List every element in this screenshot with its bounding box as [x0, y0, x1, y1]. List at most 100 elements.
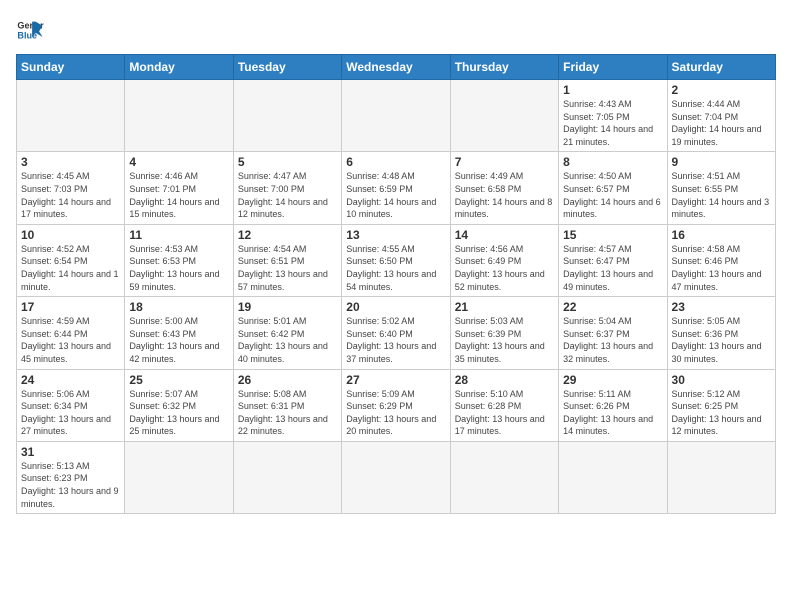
calendar-day-cell: 15Sunrise: 4:57 AM Sunset: 6:47 PM Dayli…: [559, 224, 667, 296]
calendar-day-cell: [17, 80, 125, 152]
col-header-wednesday: Wednesday: [342, 55, 450, 80]
calendar-day-cell: 1Sunrise: 4:43 AM Sunset: 7:05 PM Daylig…: [559, 80, 667, 152]
day-sun-info: Sunrise: 4:59 AM Sunset: 6:44 PM Dayligh…: [21, 315, 120, 365]
day-sun-info: Sunrise: 4:44 AM Sunset: 7:04 PM Dayligh…: [672, 98, 771, 148]
day-sun-info: Sunrise: 5:09 AM Sunset: 6:29 PM Dayligh…: [346, 388, 445, 438]
day-sun-info: Sunrise: 4:47 AM Sunset: 7:00 PM Dayligh…: [238, 170, 337, 220]
calendar-day-cell: 30Sunrise: 5:12 AM Sunset: 6:25 PM Dayli…: [667, 369, 775, 441]
day-sun-info: Sunrise: 4:43 AM Sunset: 7:05 PM Dayligh…: [563, 98, 662, 148]
calendar-week-row: 31Sunrise: 5:13 AM Sunset: 6:23 PM Dayli…: [17, 441, 776, 513]
day-number: 12: [238, 228, 337, 242]
logo: General Blue: [16, 16, 44, 44]
day-number: 5: [238, 155, 337, 169]
col-header-thursday: Thursday: [450, 55, 558, 80]
day-sun-info: Sunrise: 4:50 AM Sunset: 6:57 PM Dayligh…: [563, 170, 662, 220]
day-number: 19: [238, 300, 337, 314]
col-header-monday: Monday: [125, 55, 233, 80]
day-number: 27: [346, 373, 445, 387]
calendar-day-cell: [342, 80, 450, 152]
day-sun-info: Sunrise: 5:01 AM Sunset: 6:42 PM Dayligh…: [238, 315, 337, 365]
day-sun-info: Sunrise: 5:06 AM Sunset: 6:34 PM Dayligh…: [21, 388, 120, 438]
calendar-day-cell: 6Sunrise: 4:48 AM Sunset: 6:59 PM Daylig…: [342, 152, 450, 224]
day-number: 25: [129, 373, 228, 387]
day-sun-info: Sunrise: 5:05 AM Sunset: 6:36 PM Dayligh…: [672, 315, 771, 365]
calendar-day-cell: 2Sunrise: 4:44 AM Sunset: 7:04 PM Daylig…: [667, 80, 775, 152]
day-number: 15: [563, 228, 662, 242]
calendar-day-cell: 7Sunrise: 4:49 AM Sunset: 6:58 PM Daylig…: [450, 152, 558, 224]
day-sun-info: Sunrise: 4:58 AM Sunset: 6:46 PM Dayligh…: [672, 243, 771, 293]
calendar-day-cell: 24Sunrise: 5:06 AM Sunset: 6:34 PM Dayli…: [17, 369, 125, 441]
day-sun-info: Sunrise: 4:46 AM Sunset: 7:01 PM Dayligh…: [129, 170, 228, 220]
day-sun-info: Sunrise: 5:08 AM Sunset: 6:31 PM Dayligh…: [238, 388, 337, 438]
calendar-week-row: 3Sunrise: 4:45 AM Sunset: 7:03 PM Daylig…: [17, 152, 776, 224]
calendar-day-cell: 16Sunrise: 4:58 AM Sunset: 6:46 PM Dayli…: [667, 224, 775, 296]
day-sun-info: Sunrise: 5:07 AM Sunset: 6:32 PM Dayligh…: [129, 388, 228, 438]
calendar-day-cell: 31Sunrise: 5:13 AM Sunset: 6:23 PM Dayli…: [17, 441, 125, 513]
calendar-day-cell: 12Sunrise: 4:54 AM Sunset: 6:51 PM Dayli…: [233, 224, 341, 296]
calendar-day-cell: [233, 80, 341, 152]
col-header-tuesday: Tuesday: [233, 55, 341, 80]
calendar-day-cell: [559, 441, 667, 513]
day-number: 16: [672, 228, 771, 242]
day-sun-info: Sunrise: 5:02 AM Sunset: 6:40 PM Dayligh…: [346, 315, 445, 365]
day-sun-info: Sunrise: 4:54 AM Sunset: 6:51 PM Dayligh…: [238, 243, 337, 293]
day-number: 3: [21, 155, 120, 169]
calendar-day-cell: 11Sunrise: 4:53 AM Sunset: 6:53 PM Dayli…: [125, 224, 233, 296]
day-number: 9: [672, 155, 771, 169]
day-number: 1: [563, 83, 662, 97]
day-number: 2: [672, 83, 771, 97]
day-sun-info: Sunrise: 5:11 AM Sunset: 6:26 PM Dayligh…: [563, 388, 662, 438]
day-sun-info: Sunrise: 5:12 AM Sunset: 6:25 PM Dayligh…: [672, 388, 771, 438]
calendar-week-row: 1Sunrise: 4:43 AM Sunset: 7:05 PM Daylig…: [17, 80, 776, 152]
day-sun-info: Sunrise: 4:49 AM Sunset: 6:58 PM Dayligh…: [455, 170, 554, 220]
calendar-week-row: 10Sunrise: 4:52 AM Sunset: 6:54 PM Dayli…: [17, 224, 776, 296]
day-sun-info: Sunrise: 4:55 AM Sunset: 6:50 PM Dayligh…: [346, 243, 445, 293]
day-number: 29: [563, 373, 662, 387]
day-sun-info: Sunrise: 4:48 AM Sunset: 6:59 PM Dayligh…: [346, 170, 445, 220]
day-number: 20: [346, 300, 445, 314]
day-number: 28: [455, 373, 554, 387]
day-sun-info: Sunrise: 4:57 AM Sunset: 6:47 PM Dayligh…: [563, 243, 662, 293]
col-header-sunday: Sunday: [17, 55, 125, 80]
calendar-header-row: SundayMondayTuesdayWednesdayThursdayFrid…: [17, 55, 776, 80]
day-number: 26: [238, 373, 337, 387]
day-sun-info: Sunrise: 4:51 AM Sunset: 6:55 PM Dayligh…: [672, 170, 771, 220]
calendar-day-cell: 25Sunrise: 5:07 AM Sunset: 6:32 PM Dayli…: [125, 369, 233, 441]
calendar-day-cell: 22Sunrise: 5:04 AM Sunset: 6:37 PM Dayli…: [559, 297, 667, 369]
col-header-friday: Friday: [559, 55, 667, 80]
day-sun-info: Sunrise: 5:00 AM Sunset: 6:43 PM Dayligh…: [129, 315, 228, 365]
calendar-day-cell: 28Sunrise: 5:10 AM Sunset: 6:28 PM Dayli…: [450, 369, 558, 441]
generalblue-logo-icon: General Blue: [16, 16, 44, 44]
calendar-day-cell: [450, 80, 558, 152]
calendar-day-cell: [233, 441, 341, 513]
day-number: 11: [129, 228, 228, 242]
calendar-day-cell: 13Sunrise: 4:55 AM Sunset: 6:50 PM Dayli…: [342, 224, 450, 296]
day-sun-info: Sunrise: 4:45 AM Sunset: 7:03 PM Dayligh…: [21, 170, 120, 220]
day-sun-info: Sunrise: 5:10 AM Sunset: 6:28 PM Dayligh…: [455, 388, 554, 438]
calendar-day-cell: 4Sunrise: 4:46 AM Sunset: 7:01 PM Daylig…: [125, 152, 233, 224]
page: General Blue SundayMondayTuesdayWednesda…: [0, 0, 792, 612]
day-number: 24: [21, 373, 120, 387]
day-number: 7: [455, 155, 554, 169]
calendar-day-cell: 26Sunrise: 5:08 AM Sunset: 6:31 PM Dayli…: [233, 369, 341, 441]
header: General Blue: [16, 16, 776, 44]
calendar-day-cell: 17Sunrise: 4:59 AM Sunset: 6:44 PM Dayli…: [17, 297, 125, 369]
day-number: 21: [455, 300, 554, 314]
calendar-day-cell: [342, 441, 450, 513]
calendar-day-cell: 18Sunrise: 5:00 AM Sunset: 6:43 PM Dayli…: [125, 297, 233, 369]
day-number: 18: [129, 300, 228, 314]
calendar-week-row: 24Sunrise: 5:06 AM Sunset: 6:34 PM Dayli…: [17, 369, 776, 441]
calendar-day-cell: [667, 441, 775, 513]
day-number: 6: [346, 155, 445, 169]
day-number: 31: [21, 445, 120, 459]
calendar-day-cell: 20Sunrise: 5:02 AM Sunset: 6:40 PM Dayli…: [342, 297, 450, 369]
day-number: 22: [563, 300, 662, 314]
calendar-day-cell: 10Sunrise: 4:52 AM Sunset: 6:54 PM Dayli…: [17, 224, 125, 296]
calendar-day-cell: [125, 80, 233, 152]
calendar-day-cell: 9Sunrise: 4:51 AM Sunset: 6:55 PM Daylig…: [667, 152, 775, 224]
day-sun-info: Sunrise: 4:53 AM Sunset: 6:53 PM Dayligh…: [129, 243, 228, 293]
calendar-week-row: 17Sunrise: 4:59 AM Sunset: 6:44 PM Dayli…: [17, 297, 776, 369]
day-number: 30: [672, 373, 771, 387]
calendar-day-cell: 19Sunrise: 5:01 AM Sunset: 6:42 PM Dayli…: [233, 297, 341, 369]
day-number: 10: [21, 228, 120, 242]
